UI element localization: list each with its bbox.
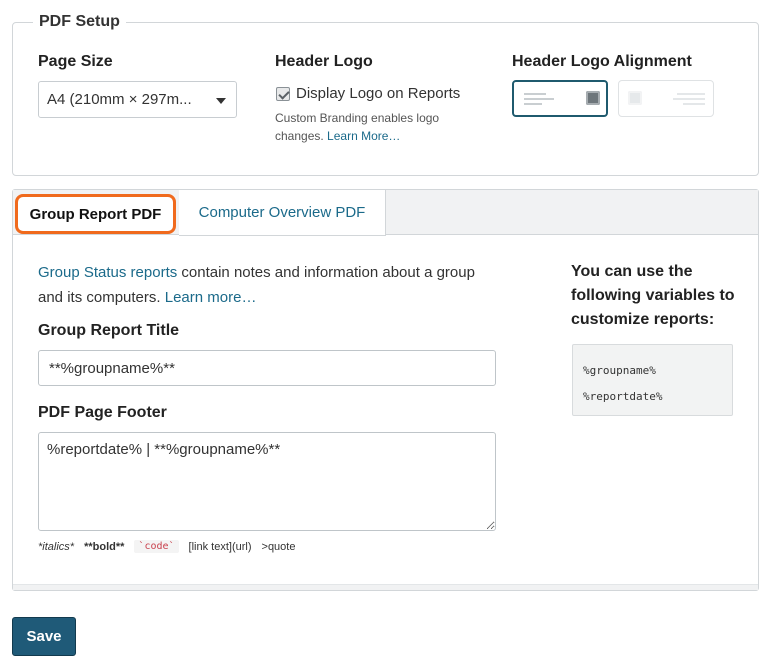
tab-computer-overview-pdf[interactable]: Computer Overview PDF xyxy=(179,190,386,236)
logo-alignment-label: Header Logo Alignment xyxy=(512,53,692,70)
header-logo-label: Header Logo xyxy=(275,53,373,70)
pdf-setup-section: PDF Setup Page Size A4 (210mm × 297m... … xyxy=(12,13,759,176)
panel-footer-strip xyxy=(13,584,758,590)
text-line-icon xyxy=(524,98,554,100)
learn-more-link[interactable]: Learn More… xyxy=(327,129,400,143)
md-hint-bold: **bold** xyxy=(84,540,125,553)
align-logo-right-option[interactable] xyxy=(512,80,608,117)
text-line-icon xyxy=(524,93,546,95)
variable-reportdate: %reportdate% xyxy=(583,390,663,403)
page-size-label: Page Size xyxy=(38,53,113,70)
logo-icon xyxy=(586,91,600,105)
md-hint-italics: *italics* xyxy=(38,540,75,553)
custom-branding-help: Custom Branding enables logo changes. Le… xyxy=(275,109,475,145)
tab-group-report-pdf[interactable]: Group Report PDF xyxy=(15,194,176,234)
align-logo-left-option[interactable] xyxy=(618,80,714,117)
text-line-icon xyxy=(683,103,705,105)
text-line-icon xyxy=(524,103,542,105)
pdf-page-footer-label: PDF Page Footer xyxy=(38,404,167,421)
text-line-icon xyxy=(677,93,705,95)
learn-more-link[interactable]: Learn more… xyxy=(165,289,257,306)
pdf-setup-legend: PDF Setup xyxy=(33,13,126,31)
page-size-select[interactable]: A4 (210mm × 297m... xyxy=(38,81,237,118)
group-report-intro: Group Status reports contain notes and i… xyxy=(38,260,478,310)
group-report-title-input[interactable] xyxy=(38,350,496,386)
pdf-page-footer-textarea[interactable]: %reportdate% | **%groupname%** xyxy=(38,432,496,531)
markdown-hints: *italics* **bold** `code` [link text](ur… xyxy=(38,540,295,553)
md-hint-quote: >quote xyxy=(261,540,296,553)
logo-icon xyxy=(628,91,642,105)
display-logo-checkbox[interactable] xyxy=(276,86,290,101)
group-status-reports-link[interactable]: Group Status reports xyxy=(38,264,177,281)
variables-box: %groupname% %reportdate% xyxy=(572,344,733,416)
tab-bar: Group Report PDF Computer Overview PDF xyxy=(13,190,758,236)
md-hint-link: [link text](url) xyxy=(188,540,252,553)
display-logo-label[interactable]: Display Logo on Reports xyxy=(296,85,460,102)
variable-groupname: %groupname% xyxy=(583,364,656,377)
display-logo-toggle[interactable]: Display Logo on Reports xyxy=(276,85,460,102)
chevron-down-icon xyxy=(216,98,226,104)
report-tabs-panel: Group Report PDF Computer Overview PDF G… xyxy=(12,189,759,591)
md-hint-code: `code` xyxy=(134,540,179,553)
variables-heading: You can use the following variables to c… xyxy=(571,263,735,328)
page-size-value: A4 (210mm × 297m... xyxy=(47,91,192,108)
text-line-icon xyxy=(673,98,705,100)
group-report-title-label: Group Report Title xyxy=(38,322,180,339)
save-button[interactable]: Save xyxy=(12,617,76,656)
